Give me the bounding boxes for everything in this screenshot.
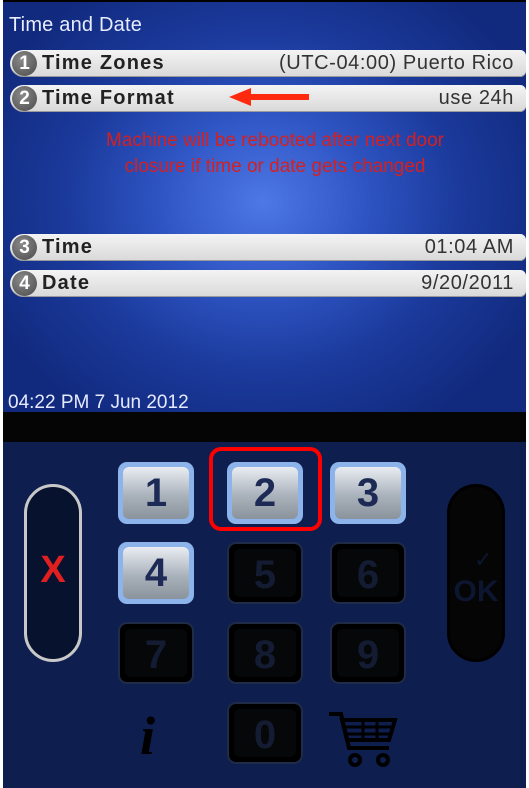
item-number-badge: 3 [12, 235, 37, 260]
time-and-date-screen: Time and Date 1 Time Zones (UTC-04:00) P… [3, 0, 526, 413]
key-1[interactable]: 1 [118, 462, 194, 524]
reboot-warning: Machine will be rebooted after next door… [33, 128, 517, 180]
key-label: 7 [125, 629, 187, 677]
menu-item-value: 9/20/2011 [421, 272, 514, 294]
key-label: 9 [337, 629, 399, 677]
warning-line-2: closure if time or date gets changed [124, 156, 426, 177]
key-7: 7 [118, 622, 194, 684]
menu-item-value: use 24h [438, 87, 514, 109]
arrow-annotation-icon [229, 88, 309, 106]
key-label: 6 [337, 549, 399, 597]
check-icon: ✓ [474, 547, 493, 572]
key-label: 0 [234, 709, 296, 757]
key-label: 1 [123, 467, 189, 519]
key-8: 8 [227, 622, 303, 684]
screen-title: Time and Date [9, 14, 143, 36]
menu-item-label: Time Zones [42, 52, 165, 74]
key-5: 5 [227, 542, 303, 604]
item-number-badge: 1 [12, 51, 37, 76]
key-label: 3 [335, 467, 401, 519]
menu-item-value: 01:04 AM [424, 236, 514, 258]
ok-label: OK [453, 575, 499, 608]
menu-item-value: (UTC-04:00) Puerto Rico [279, 52, 514, 74]
key-2-highlight-annotation [209, 447, 322, 531]
item-number-badge: 2 [12, 86, 37, 111]
cart-icon[interactable] [327, 708, 399, 770]
menu-item-time[interactable]: 3 Time 01:04 AM [10, 234, 526, 261]
key-label: 4 [123, 547, 189, 599]
menu-item-time-zones[interactable]: 1 Time Zones (UTC-04:00) Puerto Rico [10, 50, 526, 77]
key-0: 0 [227, 702, 303, 764]
menu-item-label: Time Format [42, 87, 175, 109]
menu-item-label: Time [42, 236, 94, 258]
key-label: 5 [234, 549, 296, 597]
key-9: 9 [330, 622, 406, 684]
screen-divider [3, 412, 526, 442]
ok-button[interactable]: ✓ OK [447, 484, 505, 662]
key-3[interactable]: 3 [330, 462, 406, 524]
menu-item-date[interactable]: 4 Date 9/20/2011 [10, 270, 526, 297]
key-6: 6 [330, 542, 406, 604]
menu-item-label: Date [42, 272, 91, 294]
item-number-badge: 4 [12, 271, 37, 296]
cancel-button[interactable]: X [24, 484, 82, 662]
cancel-x-icon: X [40, 549, 66, 591]
info-icon[interactable]: i [140, 705, 155, 767]
key-label: 8 [234, 629, 296, 677]
warning-line-1: Machine will be rebooted after next door [106, 130, 444, 151]
key-4[interactable]: 4 [118, 542, 194, 604]
status-clock: 04:22 PM 7 Jun 2012 [8, 392, 189, 413]
